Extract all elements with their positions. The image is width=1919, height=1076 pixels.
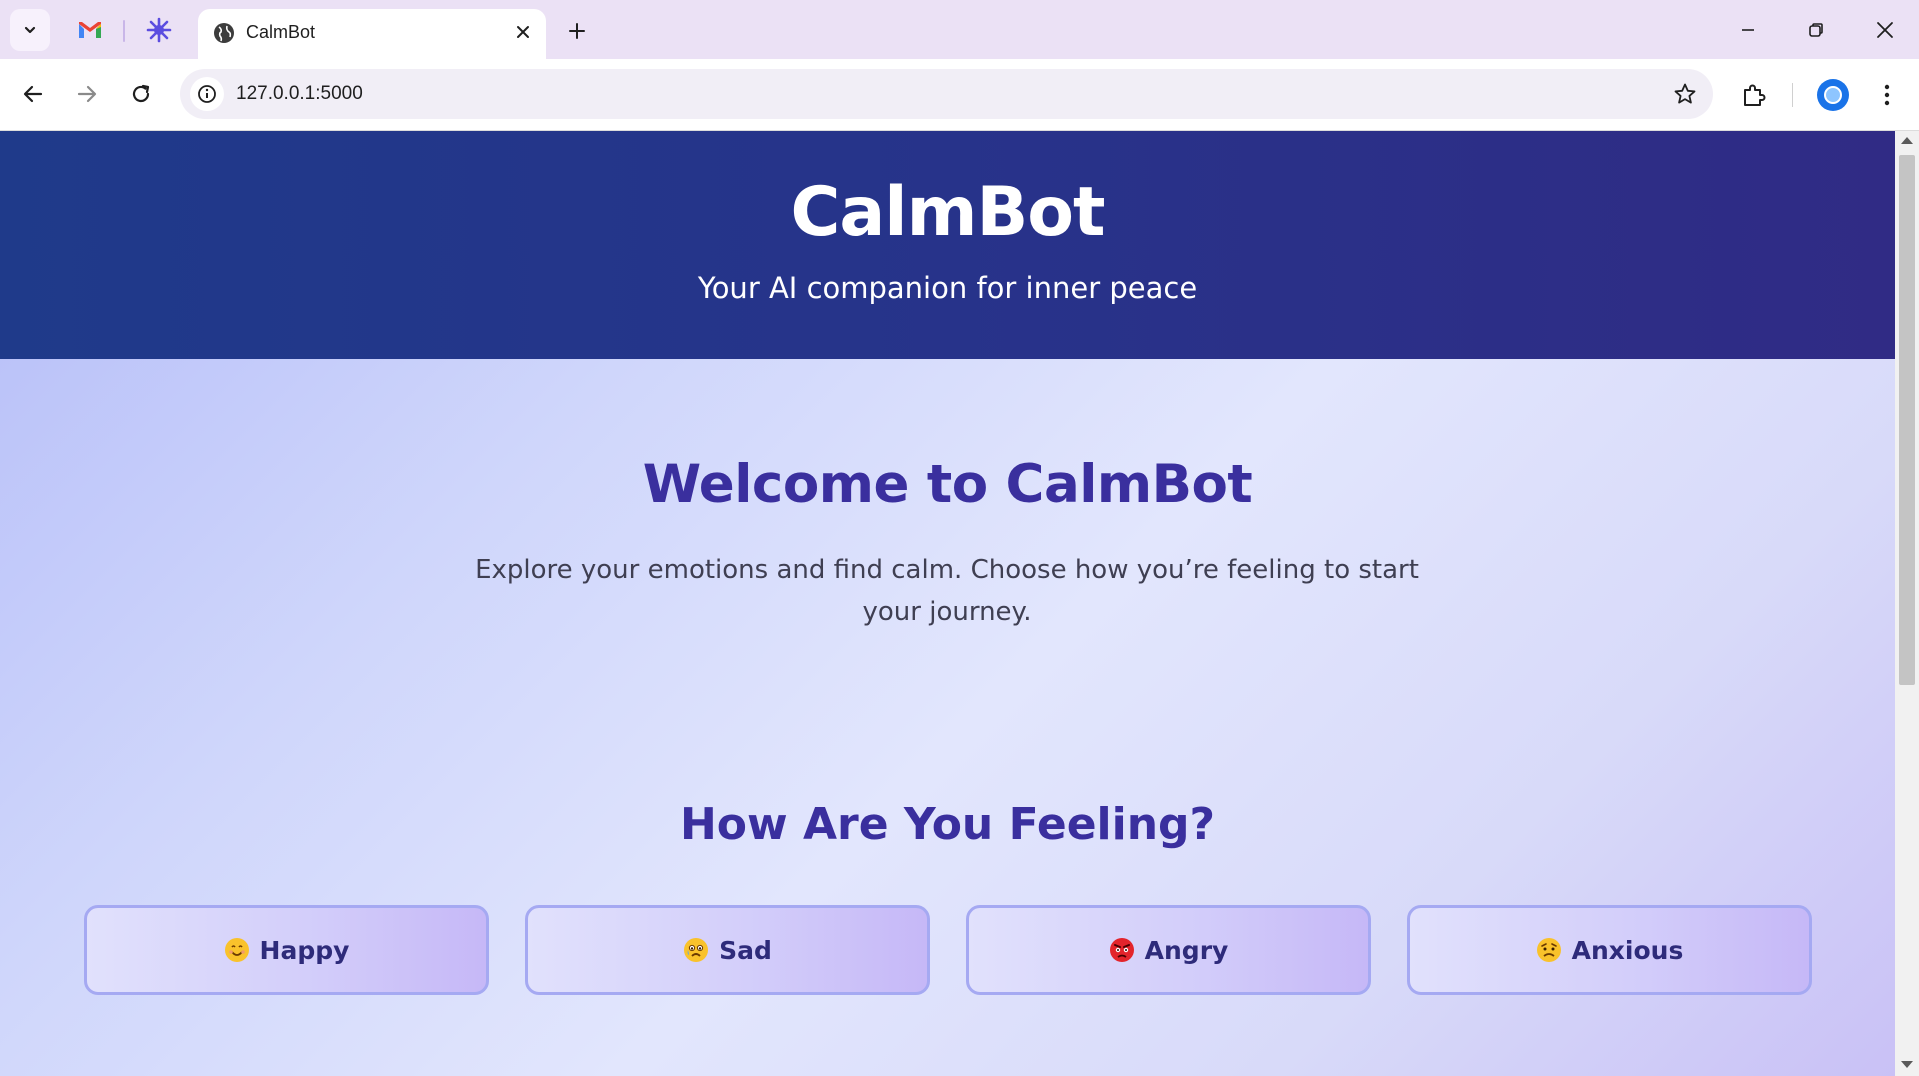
extensions-button[interactable] xyxy=(1736,77,1772,113)
close-window-button[interactable] xyxy=(1863,12,1907,48)
close-icon xyxy=(1877,22,1893,38)
feeling-title: How Are You Feeling? xyxy=(679,799,1216,850)
hero-header: CalmBot Your AI companion for inner peac… xyxy=(0,131,1895,359)
tab-search-button[interactable] xyxy=(10,9,50,51)
tab-close-button[interactable] xyxy=(510,19,536,45)
restore-icon xyxy=(1809,23,1823,37)
worried-face-icon xyxy=(1536,938,1561,962)
puzzle-icon xyxy=(1744,84,1766,106)
bookmark-button[interactable] xyxy=(1671,80,1699,108)
mood-label: Anxious xyxy=(1571,935,1684,965)
url-text[interactable]: 127.0.0.1:5000 xyxy=(236,83,363,105)
mood-button-anxious[interactable]: Anxious xyxy=(1407,905,1812,995)
arrow-left-icon xyxy=(23,85,43,103)
pinned-tab-gmail[interactable] xyxy=(74,14,106,46)
address-bar[interactable]: 127.0.0.1:5000 xyxy=(180,69,1713,119)
tab-title: CalmBot xyxy=(246,22,316,42)
plus-icon xyxy=(569,23,585,39)
gmail-icon xyxy=(79,22,101,38)
arrow-right-icon xyxy=(77,85,97,103)
more-vert-icon xyxy=(1884,84,1890,106)
forward-button[interactable] xyxy=(67,74,107,114)
new-tab-button[interactable] xyxy=(562,16,592,46)
welcome-text: Explore your emotions and find calm. Cho… xyxy=(475,555,1419,627)
restore-button[interactable] xyxy=(1794,12,1838,48)
tab-separator xyxy=(123,20,125,42)
tab-strip: CalmBot xyxy=(0,0,1919,61)
close-icon xyxy=(517,26,529,38)
mood-label: Sad xyxy=(719,935,772,965)
minimize-icon xyxy=(1742,29,1754,31)
happy-face-icon xyxy=(224,938,249,962)
angry-face-icon xyxy=(1109,938,1134,962)
sparkle-icon xyxy=(146,17,172,43)
scroll-up-arrow-icon[interactable] xyxy=(1901,137,1913,144)
chevron-down-icon xyxy=(24,26,36,34)
scroll-down-arrow-icon[interactable] xyxy=(1901,1061,1913,1068)
scroll-thumb[interactable] xyxy=(1899,155,1915,685)
minimize-button[interactable] xyxy=(1726,12,1770,48)
mood-button-angry[interactable]: Angry xyxy=(966,905,1371,995)
mood-button-happy[interactable]: Happy xyxy=(84,905,489,995)
page-viewport: CalmBot Your AI companion for inner peac… xyxy=(0,131,1895,1076)
back-button[interactable] xyxy=(13,74,53,114)
toolbar-separator xyxy=(1792,83,1793,107)
active-tab[interactable]: CalmBot xyxy=(198,9,546,61)
globe-icon xyxy=(214,23,234,43)
browser-toolbar: 127.0.0.1:5000 xyxy=(0,59,1919,131)
vertical-scrollbar[interactable] xyxy=(1895,131,1919,1076)
site-info-button[interactable] xyxy=(190,77,224,111)
pinned-tab-sparkle[interactable] xyxy=(143,14,175,46)
crying-face-icon xyxy=(684,938,709,962)
profile-avatar[interactable] xyxy=(1817,79,1849,111)
welcome-title: Welcome to CalmBot xyxy=(642,454,1253,515)
brand-subtitle: Your AI companion for inner peace xyxy=(697,271,1198,305)
info-icon xyxy=(198,85,216,103)
reload-button[interactable] xyxy=(121,74,161,114)
mood-label: Angry xyxy=(1144,935,1229,965)
reload-icon xyxy=(132,84,150,103)
brand-title: CalmBot xyxy=(790,173,1105,252)
mood-label: Happy xyxy=(259,935,350,965)
menu-button[interactable] xyxy=(1869,77,1905,113)
mood-button-sad[interactable]: Sad xyxy=(525,905,930,995)
avatar-icon xyxy=(1824,86,1842,104)
star-icon xyxy=(1674,83,1696,104)
